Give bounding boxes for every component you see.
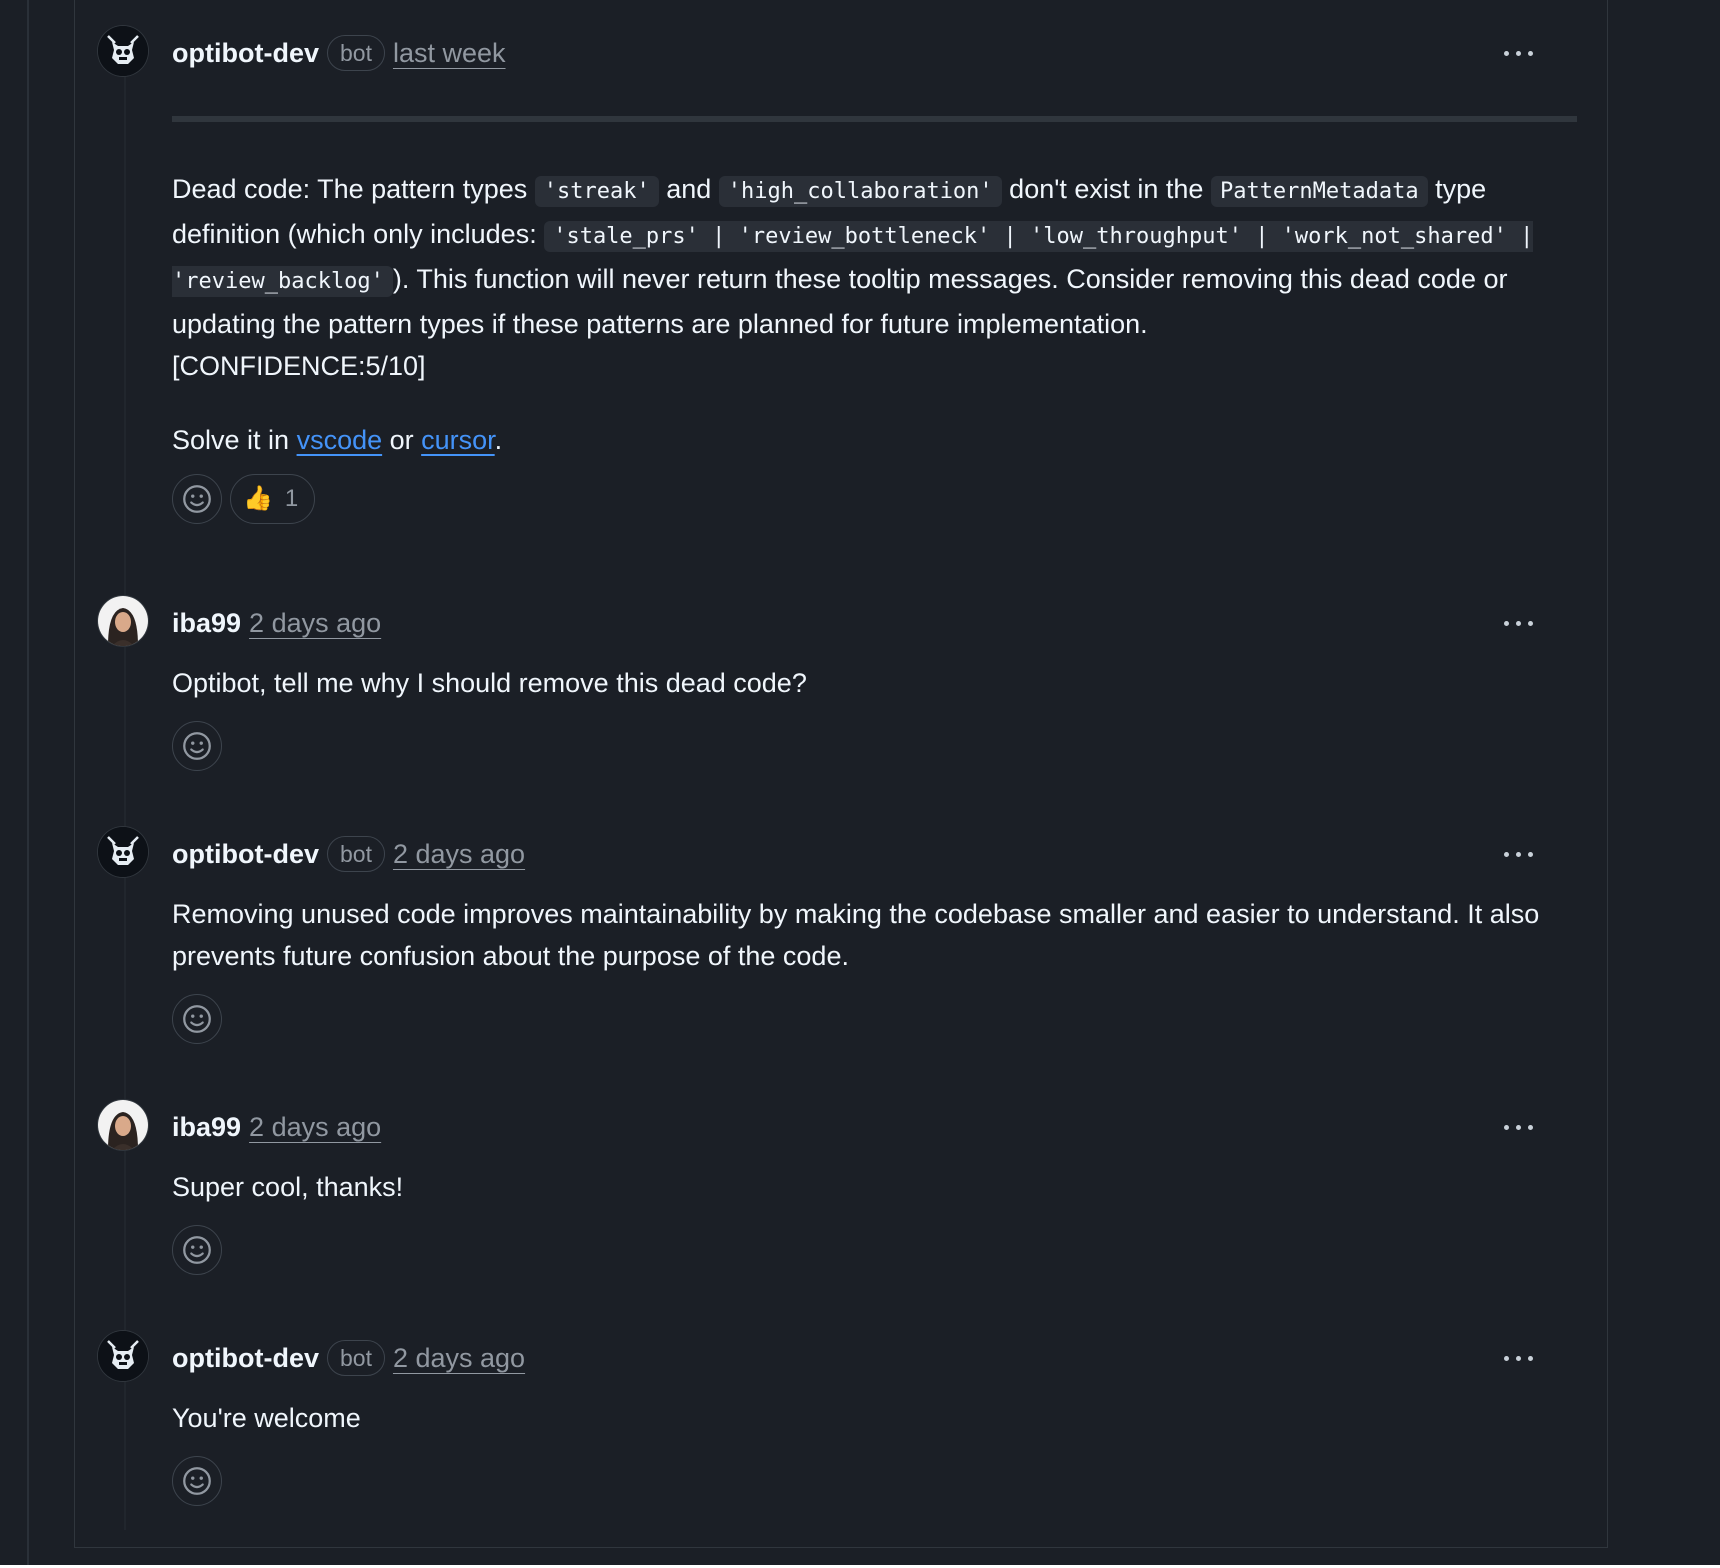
- add-reaction-button[interactable]: [172, 1225, 222, 1275]
- author-name[interactable]: iba99: [172, 608, 241, 638]
- reactions-bar: [172, 720, 1578, 772]
- timestamp-link[interactable]: 2 days ago: [249, 1112, 381, 1142]
- timestamp-link[interactable]: 2 days ago: [393, 839, 525, 869]
- comment-1: optibot-dev bot last week Dead code: The…: [98, 26, 1578, 525]
- thumbs-up-reaction[interactable]: 👍 1: [230, 474, 316, 524]
- bot-badge: bot: [326, 1340, 385, 1376]
- smiley-icon: [183, 732, 211, 760]
- solve-line: Solve it in vscode or cursor.: [172, 419, 1582, 461]
- thumbs-up-icon: 👍: [243, 485, 273, 512]
- comment-meta: iba99 2 days ago: [172, 604, 381, 642]
- body-text: .: [494, 425, 503, 455]
- body-text: and: [658, 174, 719, 204]
- body-text: or: [382, 425, 422, 455]
- user-avatar[interactable]: [98, 1100, 148, 1150]
- reactions-bar: [172, 993, 1578, 1045]
- suggestion-divider: [172, 116, 1577, 122]
- review-thread-page: optibot-dev bot last week Dead code: The…: [0, 0, 1720, 1565]
- more-options-icon[interactable]: [1498, 847, 1538, 861]
- bot-avatar[interactable]: [98, 1331, 148, 1381]
- robot-avatar-icon: [98, 1331, 148, 1381]
- body-text: Solve it in: [172, 425, 297, 455]
- bot-badge: bot: [326, 836, 385, 872]
- robot-avatar-icon: [98, 26, 148, 76]
- timestamp-link[interactable]: 2 days ago: [393, 1343, 525, 1373]
- smiley-icon: [183, 1005, 211, 1033]
- smiley-icon: [183, 1467, 211, 1495]
- inline-code: PatternMetadata: [1210, 176, 1428, 207]
- comment-meta: optibot-dev bot 2 days ago: [172, 1339, 525, 1377]
- comment-3: optibot-dev bot 2 days ago Removing unus…: [98, 827, 1578, 1045]
- more-options-icon[interactable]: [1498, 616, 1538, 630]
- add-reaction-button[interactable]: [172, 474, 222, 524]
- comment-body: You're welcome: [172, 1403, 361, 1433]
- timestamp-link[interactable]: 2 days ago: [249, 608, 381, 638]
- cursor-link[interactable]: cursor: [421, 425, 495, 455]
- comment-body: Optibot, tell me why I should remove thi…: [172, 668, 807, 698]
- comment-5: optibot-dev bot 2 days ago You're welcom…: [98, 1331, 1578, 1507]
- comment-body: Removing unused code improves maintainab…: [172, 899, 1540, 971]
- bot-avatar[interactable]: [98, 827, 148, 877]
- author-name[interactable]: optibot-dev: [172, 38, 319, 68]
- reaction-count: 1: [284, 485, 299, 512]
- comment-paragraph: Dead code: The pattern types 'streak' an…: [172, 168, 1582, 345]
- robot-avatar-icon: [98, 827, 148, 877]
- author-name[interactable]: optibot-dev: [172, 1343, 319, 1373]
- more-options-icon[interactable]: [1498, 1351, 1538, 1365]
- more-options-icon[interactable]: [1498, 1120, 1538, 1134]
- author-name[interactable]: optibot-dev: [172, 839, 319, 869]
- timestamp-link[interactable]: last week: [393, 38, 506, 68]
- inline-code: 'high_collaboration': [718, 176, 1002, 207]
- comment-header: iba99 2 days ago: [98, 1100, 1578, 1152]
- smiley-icon: [183, 1236, 211, 1264]
- comment-meta: iba99 2 days ago: [172, 1108, 381, 1146]
- comment-body: Dead code: The pattern types 'streak' an…: [172, 168, 1582, 461]
- bot-avatar[interactable]: [98, 26, 148, 76]
- comment-body: Super cool, thanks!: [172, 1172, 404, 1202]
- comment-header: optibot-dev bot last week: [98, 26, 1578, 78]
- author-name[interactable]: iba99: [172, 1112, 241, 1142]
- body-text: don't exist in the: [1001, 174, 1211, 204]
- comment-meta: optibot-dev bot last week: [172, 34, 506, 72]
- inline-code: 'streak': [534, 176, 659, 207]
- vscode-link[interactable]: vscode: [297, 425, 383, 455]
- body-text: Dead code: The pattern types: [172, 174, 535, 204]
- confidence-text: [CONFIDENCE:5/10]: [172, 351, 426, 381]
- user-avatar-icon: [98, 596, 148, 646]
- add-reaction-button[interactable]: [172, 1456, 222, 1506]
- comment-4: iba99 2 days ago Super cool, thanks!: [98, 1100, 1578, 1276]
- user-avatar[interactable]: [98, 596, 148, 646]
- timeline-line: [27, 0, 29, 1565]
- reactions-bar: 👍 1: [172, 473, 1578, 525]
- comment-header: iba99 2 days ago: [98, 596, 1578, 648]
- comment-header: optibot-dev bot 2 days ago: [98, 1331, 1578, 1383]
- comment-meta: optibot-dev bot 2 days ago: [172, 835, 525, 873]
- comment-header: optibot-dev bot 2 days ago: [98, 827, 1578, 879]
- add-reaction-button[interactable]: [172, 994, 222, 1044]
- reactions-bar: [172, 1224, 1578, 1276]
- more-options-icon[interactable]: [1498, 46, 1538, 60]
- smiley-icon: [183, 485, 211, 513]
- user-avatar-icon: [98, 1100, 148, 1150]
- comment-2: iba99 2 days ago Optibot, tell me why I …: [98, 596, 1578, 772]
- bot-badge: bot: [326, 35, 385, 71]
- reactions-bar: [172, 1455, 1578, 1507]
- add-reaction-button[interactable]: [172, 721, 222, 771]
